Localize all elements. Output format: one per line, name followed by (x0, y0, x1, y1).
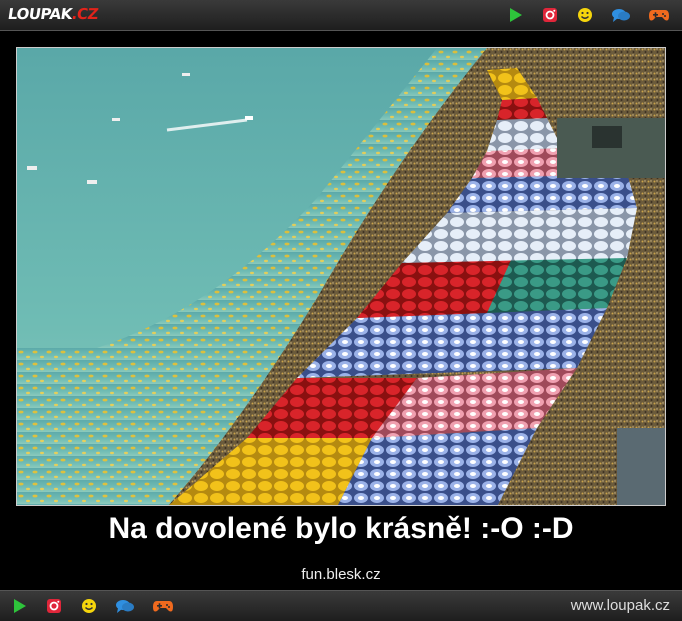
logo-text: LOUPAK (6, 5, 74, 23)
smiley-icon[interactable] (576, 6, 594, 24)
top-icon-group (506, 6, 670, 24)
site-logo[interactable]: LOUPAK.CZ (7, 5, 99, 23)
bottom-bar: www.loupak.cz (0, 590, 682, 621)
logo-suffix: .CZ (70, 5, 100, 23)
bottom-icon-group (10, 597, 174, 615)
chat-bubbles-icon[interactable] (611, 6, 631, 24)
gamepad-icon[interactable] (152, 597, 174, 615)
meme-caption: Na dovolené bylo krásně! :-O :-D (108, 512, 574, 545)
beach-illustration (17, 48, 665, 505)
top-bar: LOUPAK.CZ (0, 0, 682, 31)
gamepad-icon[interactable] (648, 6, 670, 24)
instagram-icon[interactable] (541, 6, 559, 24)
beach-photo (16, 47, 666, 506)
smiley-icon[interactable] (80, 597, 98, 615)
chat-bubbles-icon[interactable] (115, 597, 135, 615)
site-url[interactable]: www.loupak.cz (571, 597, 670, 614)
play-icon[interactable] (10, 597, 28, 615)
instagram-icon[interactable] (45, 597, 63, 615)
play-icon[interactable] (506, 6, 524, 24)
image-source: fun.blesk.cz (301, 566, 381, 583)
